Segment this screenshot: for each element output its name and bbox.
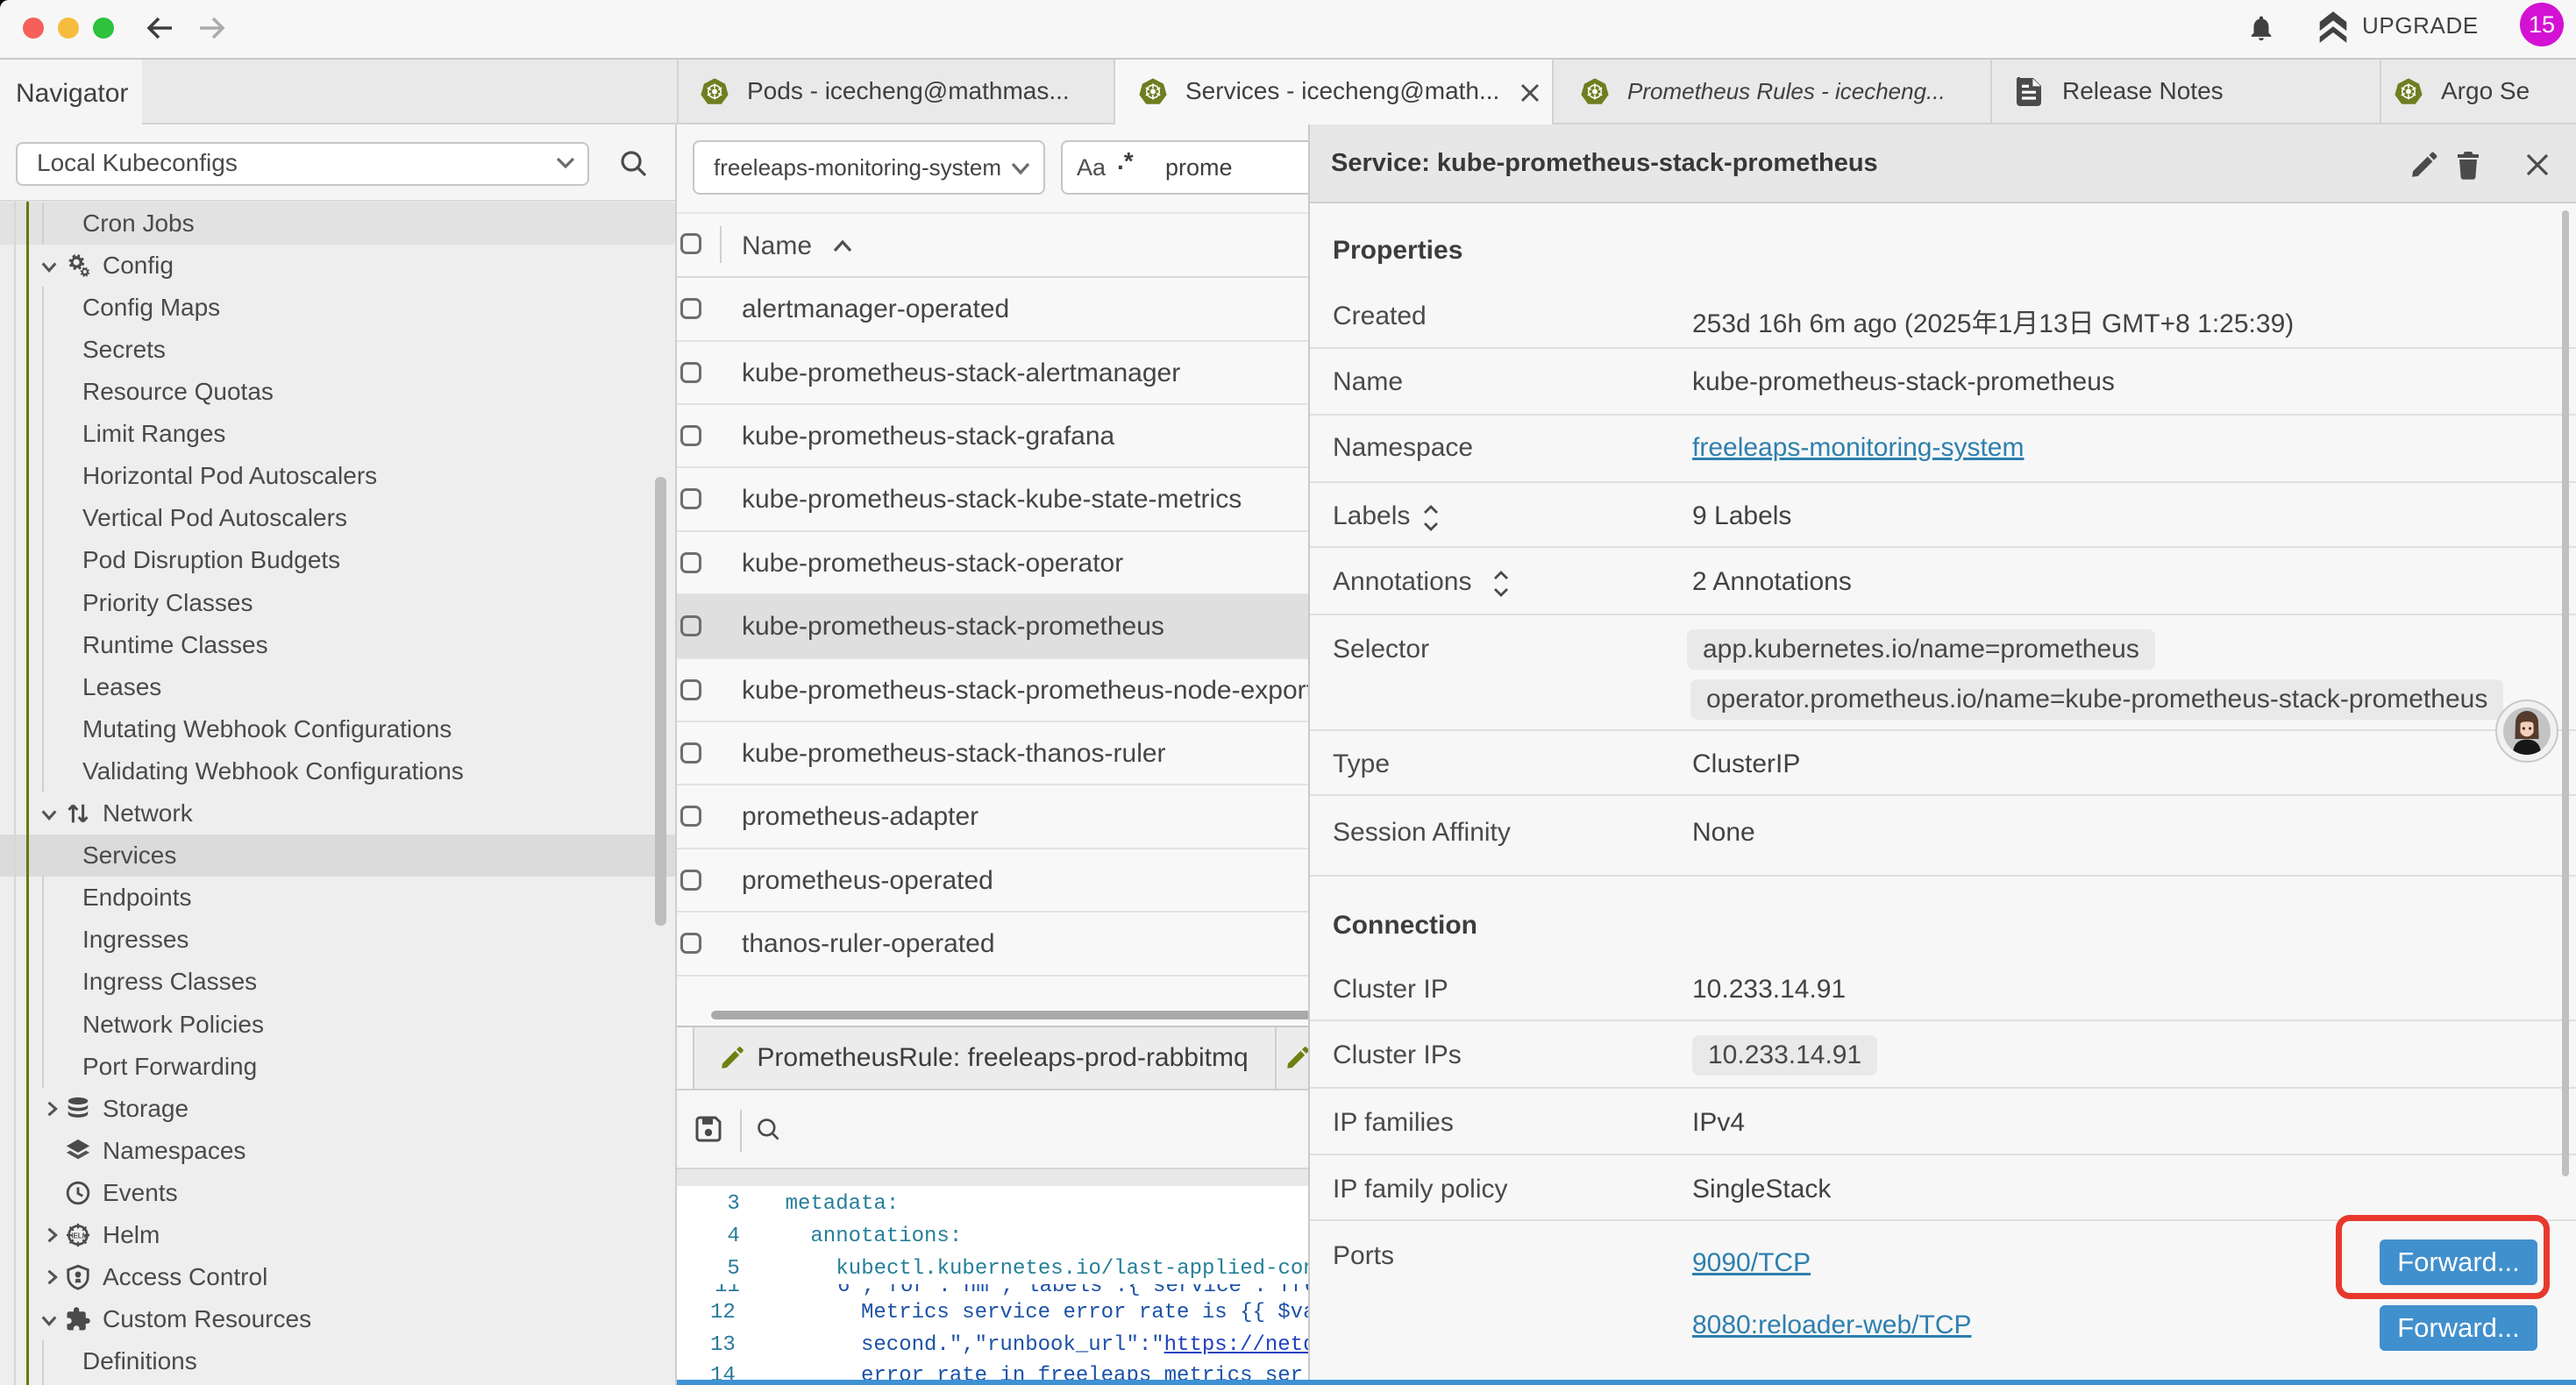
svg-text:HELM: HELM xyxy=(68,1232,89,1239)
